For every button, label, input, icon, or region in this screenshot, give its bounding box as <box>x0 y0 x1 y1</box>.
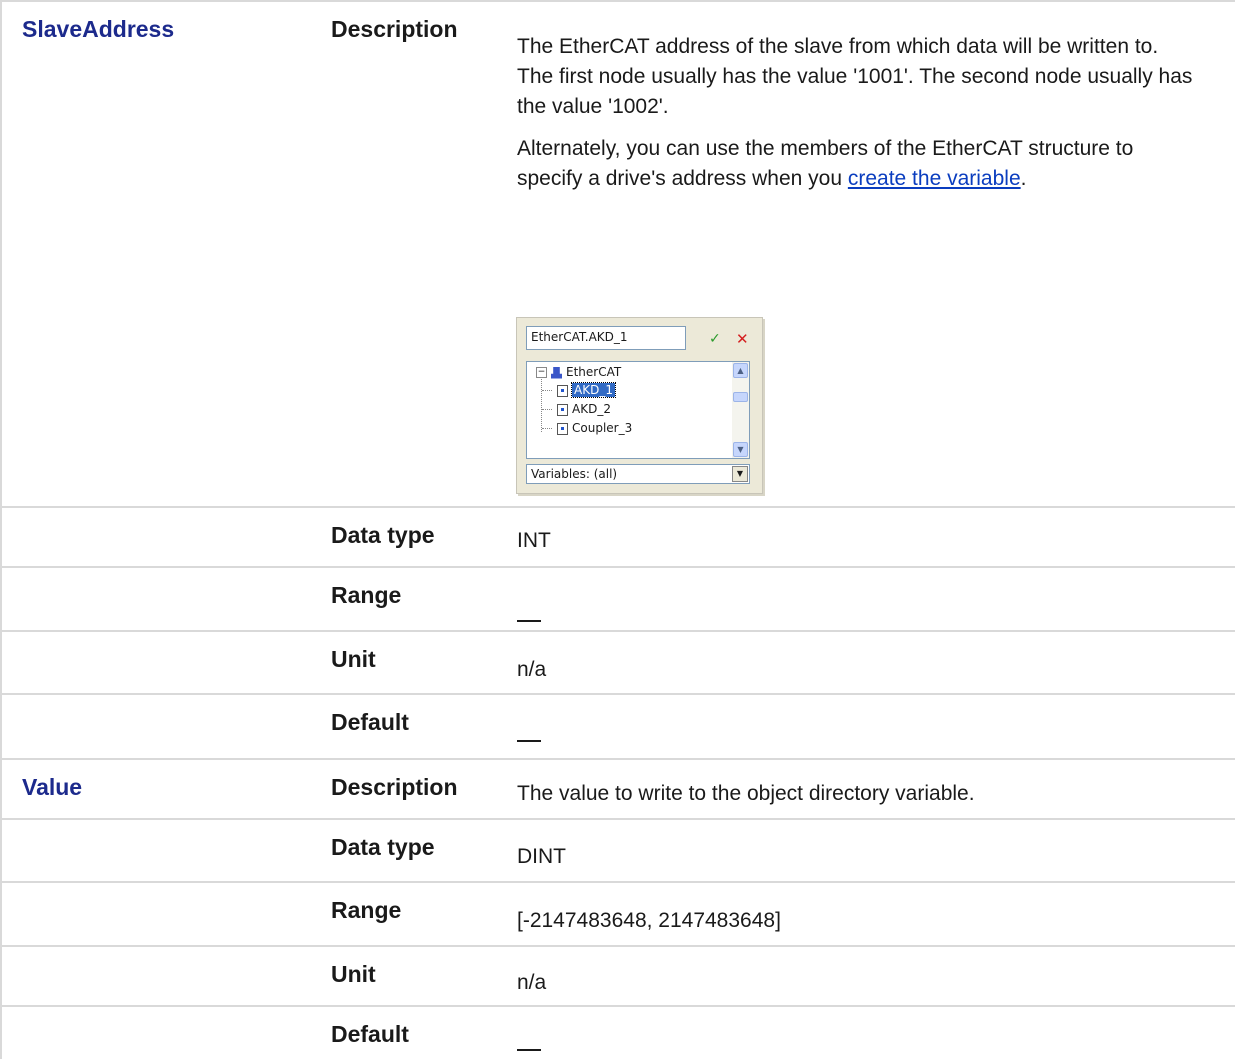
datatype-label: Data type <box>331 834 435 860</box>
value-default-row: Default <box>0 1005 1235 1061</box>
range-label: Range <box>331 897 402 923</box>
tree-root-item[interactable]: EtherCAT <box>551 363 621 381</box>
value-description-row: Value Description The value to write to … <box>0 758 1235 818</box>
description-text: The EtherCAT address of the slave from w… <box>517 32 1217 194</box>
unit-label: Unit <box>331 961 376 987</box>
param-name-value: Value <box>22 774 83 800</box>
empty-value-dash <box>517 1049 541 1051</box>
empty-value-dash <box>517 620 541 622</box>
create-variable-link[interactable]: create the variable <box>848 167 1021 190</box>
default-label: Default <box>331 709 409 735</box>
dropdown-arrow-icon[interactable]: ▼ <box>732 466 748 482</box>
range-label: Range <box>331 582 402 608</box>
collapse-icon[interactable]: − <box>536 367 547 378</box>
slave-address-datatype-row: Data type INT <box>0 506 1235 566</box>
table-left-border <box>0 0 2 1059</box>
variable-name-input[interactable]: EtherCAT.AKD_1 <box>526 326 686 350</box>
unit-value: n/a <box>517 658 547 681</box>
node-icon <box>557 384 568 397</box>
description-paragraph: Alternately, you can use the members of … <box>517 137 1134 190</box>
datatype-label: Data type <box>331 522 435 548</box>
unit-label: Unit <box>331 646 376 672</box>
variable-selector-dialog-image: EtherCAT.AKD_1 ✓ ✕ − EtherCAT AKD_1 AKD_… <box>516 317 763 494</box>
tree-scrollbar[interactable]: ▲ ▼ <box>732 362 749 458</box>
node-icon <box>557 403 568 416</box>
datatype-value: INT <box>517 529 551 552</box>
variables-filter-select[interactable]: Variables: (all) ▼ <box>526 464 750 484</box>
confirm-check-icon[interactable]: ✓ <box>709 331 721 347</box>
scroll-down-icon[interactable]: ▼ <box>733 442 748 457</box>
tree-item-akd-1[interactable]: AKD_1 <box>557 381 616 399</box>
value-unit-row: Unit n/a <box>0 945 1235 1005</box>
ethercat-icon <box>551 366 562 379</box>
slave-address-default-row: Default <box>0 693 1235 757</box>
value-datatype-row: Data type DINT <box>0 818 1235 882</box>
range-value: [-2147483648, 2147483648] <box>517 909 781 932</box>
default-label: Default <box>331 1021 409 1047</box>
description-paragraph: The EtherCAT address of the slave from w… <box>517 35 1159 58</box>
slave-address-unit-row: Unit n/a <box>0 630 1235 694</box>
description-text: The value to write to the object directo… <box>517 782 975 805</box>
description-label: Description <box>331 774 458 800</box>
slave-address-description-row: SlaveAddress Description The EtherCAT ad… <box>0 0 1235 499</box>
datatype-value: DINT <box>517 845 566 868</box>
slave-address-range-row: Range <box>0 566 1235 630</box>
tree-item-akd-2[interactable]: AKD_2 <box>557 400 611 418</box>
param-name-slave-address: SlaveAddress <box>22 16 175 42</box>
variable-tree[interactable]: − EtherCAT AKD_1 AKD_2 Coupler_3 ▲ ▼ <box>526 361 750 459</box>
tree-item-coupler-3[interactable]: Coupler_3 <box>557 419 632 437</box>
description-label: Description <box>331 16 458 42</box>
scroll-up-icon[interactable]: ▲ <box>733 363 748 378</box>
unit-value: n/a <box>517 971 547 994</box>
value-range-row: Range [-2147483648, 2147483648] <box>0 881 1235 945</box>
description-paragraph: The first node usually has the value '10… <box>517 65 1193 118</box>
scroll-thumb[interactable] <box>733 392 748 402</box>
empty-value-dash <box>517 740 541 742</box>
node-icon <box>557 422 568 435</box>
cancel-x-icon[interactable]: ✕ <box>736 330 749 348</box>
